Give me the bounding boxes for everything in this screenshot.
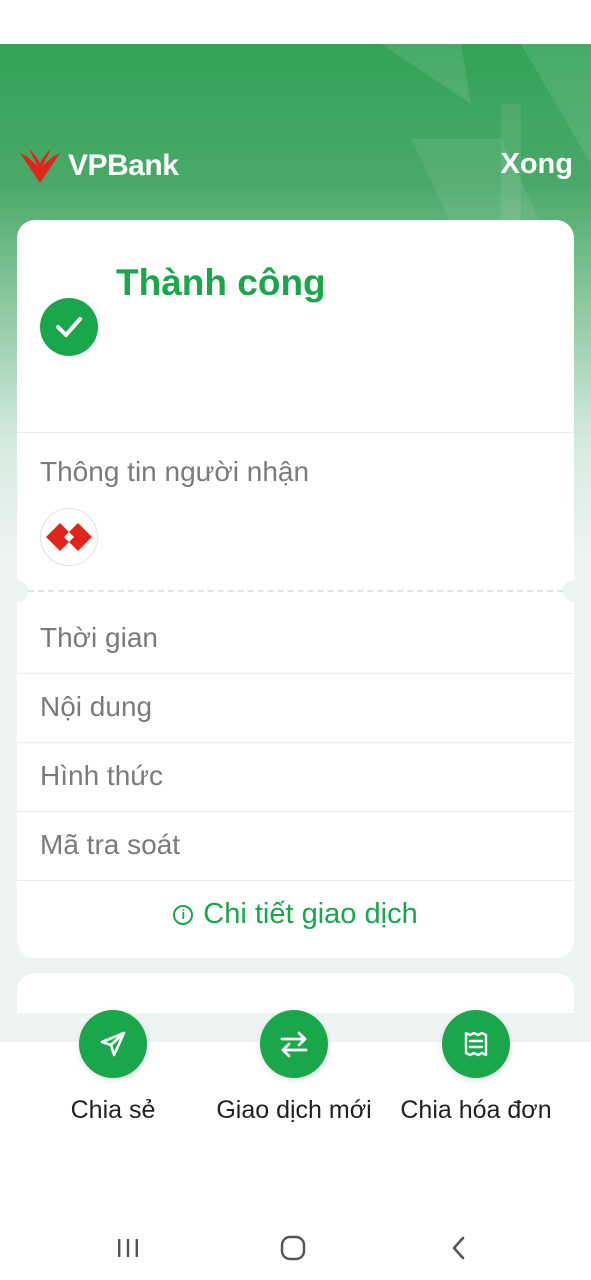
bill-split-icon — [464, 1031, 488, 1057]
trace-code-label: Mã tra soát — [40, 829, 181, 860]
home-icon[interactable] — [273, 1234, 313, 1262]
new-transaction-action[interactable]: Giao dịch mới — [204, 1010, 384, 1125]
swap-arrows-icon — [280, 1031, 308, 1058]
back-icon[interactable] — [439, 1234, 479, 1262]
brand-name: VPBank — [68, 149, 179, 182]
decorative-leaf-pattern — [381, 44, 591, 244]
share-action[interactable]: Chia sẻ — [23, 1010, 203, 1125]
divider — [17, 673, 574, 674]
ticket-notch-left — [6, 580, 28, 602]
success-check-icon — [40, 298, 98, 356]
share-label: Chia sẻ — [70, 1096, 156, 1124]
done-button[interactable]: Xong — [501, 148, 574, 181]
divider — [17, 742, 574, 743]
recipient-bank-logo — [40, 508, 98, 566]
transaction-details-label: Chi tiết giao dịch — [203, 898, 418, 930]
dashed-divider — [28, 590, 563, 592]
status-bar — [0, 0, 591, 44]
method-label: Hình thức — [40, 760, 164, 791]
content-label: Nội dung — [40, 691, 153, 722]
vpbank-logo: VPBank — [18, 146, 179, 186]
new-transaction-label: Giao dịch mới — [216, 1096, 372, 1124]
divider — [17, 880, 574, 881]
recipient-section-label: Thông tin người nhận — [40, 456, 310, 487]
result-title: Thành công — [116, 262, 326, 303]
split-bill-action[interactable]: Chia hóa đơn — [386, 1010, 566, 1125]
share-button[interactable] — [79, 1010, 147, 1078]
divider — [17, 811, 574, 812]
divider — [17, 432, 574, 433]
send-icon — [100, 1031, 126, 1057]
recent-apps-icon[interactable] — [108, 1234, 148, 1262]
time-label: Thời gian — [40, 622, 158, 653]
bank-diamond-icon — [46, 523, 92, 551]
vpbank-flower-icon — [20, 149, 60, 183]
split-bill-button[interactable] — [442, 1010, 510, 1078]
info-icon: i — [173, 904, 194, 925]
secondary-card — [17, 973, 574, 1013]
new-transaction-button[interactable] — [260, 1010, 328, 1078]
ticket-notch-right — [563, 580, 585, 602]
split-bill-label: Chia hóa đơn — [400, 1096, 552, 1124]
transaction-details-link[interactable]: i Chi tiết giao dịch — [17, 898, 574, 931]
